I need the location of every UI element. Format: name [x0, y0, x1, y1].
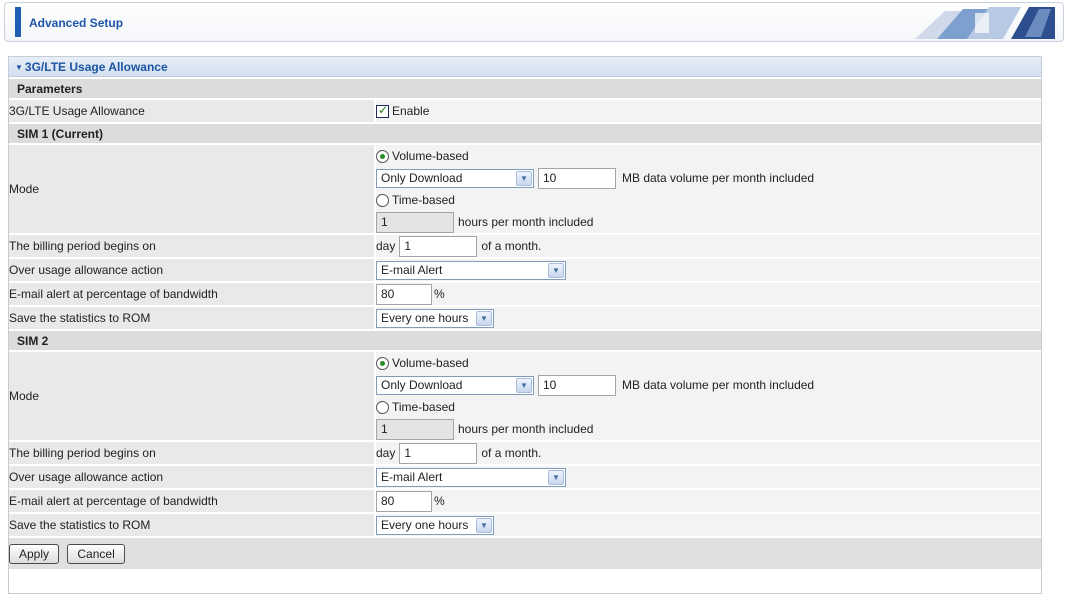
sim2-volume-label: Volume-based	[392, 356, 469, 370]
enable-checkbox[interactable]: ✓	[376, 102, 389, 118]
sim1-mode-label: Mode	[9, 143, 375, 234]
chevron-down-icon: ▼	[476, 310, 492, 326]
chevron-down-icon: ▼	[516, 170, 532, 186]
enable-label: Enable	[392, 104, 430, 118]
sim1-time-input[interactable]: 1	[376, 211, 454, 233]
cancel-button[interactable]: Cancel	[67, 543, 125, 564]
sim2-billing-label: The billing period begins on	[9, 440, 375, 465]
sim1-email-label: E-mail alert at percentage of bandwidth	[9, 281, 375, 306]
section-sim2: SIM 2	[9, 329, 1041, 351]
button-bar: Apply Cancel	[9, 536, 1041, 569]
sim2-save-select[interactable]: Every one hours ▼	[376, 515, 494, 535]
sim2-time-label: Time-based	[392, 400, 455, 414]
sim1-email-input[interactable]: 80	[376, 283, 432, 305]
section-sim1: SIM 1 (Current)	[9, 122, 1041, 144]
chevron-down-icon: ▼	[548, 262, 564, 278]
sim2-mode-label: Mode	[9, 350, 375, 441]
sim1-over-label: Over usage allowance action	[9, 257, 375, 282]
apply-button[interactable]: Apply	[9, 543, 60, 564]
sim2-email-suffix: %	[434, 494, 445, 508]
sim1-volume-radio[interactable]	[376, 149, 389, 163]
settings-table: Parameters 3G/LTE Usage Allowance ✓ Enab…	[9, 77, 1041, 122]
sim2-billing-suffix: of a month.	[481, 446, 542, 460]
sim1-over-select[interactable]: E-mail Alert ▼	[376, 260, 566, 280]
sim1-billing-prefix: day	[376, 239, 396, 253]
sim2-volume-suffix: MB data volume per month included	[622, 378, 815, 392]
sim2-time-suffix: hours per month included	[458, 422, 594, 436]
collapse-triangle-icon[interactable]: ▼	[15, 63, 23, 72]
sim1-volume-type-value: Only Download	[381, 171, 463, 185]
sim1-volume-input[interactable]: 10	[538, 167, 616, 189]
sim1-email-suffix: %	[434, 287, 445, 301]
sim1-volume-label: Volume-based	[392, 149, 469, 163]
allowance-label: 3G/LTE Usage Allowance	[9, 98, 375, 122]
sim2-over-value: E-mail Alert	[381, 470, 443, 484]
sim2-over-label: Over usage allowance action	[9, 464, 375, 489]
chevron-down-icon: ▼	[476, 517, 492, 533]
sim2-billing-prefix: day	[376, 446, 396, 460]
header-accent-bar	[15, 7, 21, 37]
sim1-save-label: Save the statistics to ROM	[9, 305, 375, 329]
header-banner-icon	[915, 7, 1055, 39]
sim1-table: SIM 1 (Current) Mode Volume-based Only D…	[9, 122, 1041, 329]
panel-title: 3G/LTE Usage Allowance	[24, 60, 168, 74]
page-header: Advanced Setup	[4, 2, 1064, 42]
sim1-billing-label: The billing period begins on	[9, 233, 375, 258]
sim2-time-radio[interactable]	[376, 400, 389, 414]
sim2-over-select[interactable]: E-mail Alert ▼	[376, 467, 566, 487]
sim2-volume-type-value: Only Download	[381, 378, 463, 392]
sim1-time-label: Time-based	[392, 193, 455, 207]
sim1-over-value: E-mail Alert	[381, 263, 443, 277]
sim1-volume-suffix: MB data volume per month included	[622, 171, 815, 185]
sim2-email-label: E-mail alert at percentage of bandwidth	[9, 488, 375, 513]
sim2-save-label: Save the statistics to ROM	[9, 512, 375, 537]
usage-allowance-panel: ▼ 3G/LTE Usage Allowance Parameters 3G/LT…	[8, 56, 1042, 594]
sim2-volume-type-select[interactable]: Only Download ▼	[376, 375, 534, 395]
chevron-down-icon: ▼	[516, 377, 532, 393]
sim2-email-input[interactable]: 80	[376, 490, 432, 512]
sim2-table: SIM 2 Mode Volume-based Only Download ▼ 1…	[9, 329, 1041, 569]
sim2-save-value: Every one hours	[381, 518, 469, 532]
sim1-billing-suffix: of a month.	[481, 239, 542, 253]
sim1-time-radio[interactable]	[376, 193, 389, 207]
section-parameters: Parameters	[9, 77, 1041, 99]
page-title: Advanced Setup	[29, 16, 124, 30]
chevron-down-icon: ▼	[548, 469, 564, 485]
checkmark-icon: ✓	[378, 102, 389, 117]
sim1-save-select[interactable]: Every one hours ▼	[376, 308, 494, 328]
sim2-volume-radio[interactable]	[376, 356, 389, 370]
panel-header[interactable]: ▼ 3G/LTE Usage Allowance	[9, 57, 1041, 77]
sim2-volume-input[interactable]: 10	[538, 374, 616, 396]
sim2-billing-input[interactable]: 1	[399, 442, 478, 464]
sim1-time-suffix: hours per month included	[458, 215, 594, 229]
sim2-time-input[interactable]: 1	[376, 418, 454, 440]
sim1-volume-type-select[interactable]: Only Download ▼	[376, 168, 534, 188]
sim1-billing-input[interactable]: 1	[399, 235, 478, 257]
sim1-save-value: Every one hours	[381, 311, 469, 325]
